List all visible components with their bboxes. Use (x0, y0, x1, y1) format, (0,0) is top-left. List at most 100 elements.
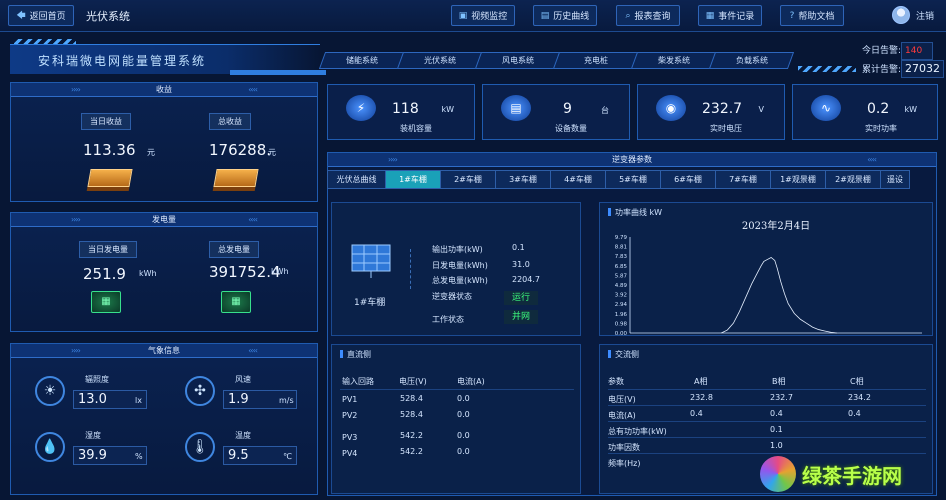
y-tick-label: 6.85 (615, 264, 628, 270)
tab-10[interactable]: 遥设 (880, 170, 910, 189)
y-tick-label: 1.96 (615, 312, 628, 318)
nav-pv[interactable]: 光伏系统 (396, 52, 483, 69)
ac-voltage-a: 232.8 (690, 393, 713, 402)
document-icon: ▦ (705, 10, 715, 21)
capacity-unit: kW (441, 105, 454, 114)
ac-row-active-power: 总有功功率(kW) (608, 427, 667, 436)
alarm-today-label: 今日告警: (862, 46, 902, 56)
dc-header-current: 电流(A) (457, 377, 485, 386)
work-state-label: 工作状态 (432, 315, 464, 324)
device-info-card: 1#车棚 输出功率(kW) 0.1 日发电量(kWh) 31.0 总发电量(kW… (331, 202, 581, 336)
event-log-button[interactable]: ▦ 事件记录 (698, 5, 762, 26)
capacity-value: 118 (392, 101, 419, 117)
nav-charging[interactable]: 充电桩 (552, 52, 639, 69)
thermometer-icon: 🌡 (185, 432, 215, 462)
y-tick-label: 0.98 (615, 321, 628, 327)
total-income-value: 176288. (209, 141, 272, 159)
header-accent (230, 70, 326, 75)
tab-8[interactable]: 1#观景棚 (770, 170, 826, 189)
watermark: 绿茶手游网 (760, 456, 902, 492)
tab-7[interactable]: 7#车棚 (715, 170, 771, 189)
gold-bar-icon (213, 169, 259, 187)
row-divider (608, 389, 926, 390)
dc-header-circuit: 输入回路 (342, 377, 374, 386)
search-icon: ⌕ (625, 10, 631, 21)
tab-6[interactable]: 6#车棚 (660, 170, 716, 189)
voltage-label: 实时电压 (710, 124, 742, 133)
ac-active-power-value: 0.1 (770, 425, 783, 434)
capacity-label: 装机容量 (400, 124, 432, 133)
inverter-state-label: 逆变器状态 (432, 292, 472, 301)
tab-4[interactable]: 4#车棚 (550, 170, 606, 189)
ac-header-a: A相 (694, 377, 708, 386)
y-tick-label: 7.83 (615, 254, 628, 260)
back-home-button[interactable]: 🡄 返回首页 (8, 5, 74, 26)
tab-5[interactable]: 5#车棚 (605, 170, 661, 189)
device-name: 1#车棚 (354, 298, 386, 308)
dc-row-pv1-voltage: 528.4 (400, 394, 423, 403)
row-divider (340, 389, 574, 390)
logout-link[interactable]: 注销 (916, 9, 934, 22)
tab-0[interactable]: 光伏总曲线 (327, 170, 386, 189)
video-monitor-button[interactable]: ▣ 视频监控 (451, 5, 515, 26)
tab-2[interactable]: 2#车棚 (440, 170, 496, 189)
dc-row-pv4: PV4 (342, 449, 358, 458)
total-generation-unit: kWh (271, 267, 289, 276)
watermark-logo-icon (760, 456, 796, 492)
help-doc-label: 帮助文档 (798, 12, 835, 22)
dc-header-voltage: 电压(V) (399, 377, 427, 386)
inverter-tabs: 光伏总曲线 1#车棚 2#车棚 3#车棚 4#车棚 5#车棚 6#车棚 7#车棚 1#观景棚 2#… (327, 170, 910, 189)
video-icon: ▣ (458, 10, 468, 21)
power-curve-card: 功率曲线 kW 2023年2月4日 9.79 8.81 7.83 6.85 5.87 4.8… (599, 202, 933, 337)
row-divider (608, 437, 926, 438)
dc-side-card: 直流侧 输入回路 电压(V) 电流(A) PV1 528.4 0.0 PV2 5… (331, 344, 581, 494)
devices-value: 9 (563, 101, 572, 117)
stat-card-power: ∿ 0.2 kW 实时功率 (792, 84, 938, 140)
temperature-unit: ℃ (283, 452, 292, 461)
total-generation-value: 391752.4 (209, 263, 281, 281)
dc-row-pv4-voltage: 542.2 (400, 447, 423, 456)
help-icon: ? (789, 10, 795, 21)
report-query-button[interactable]: ⌕ 报表查询 (616, 5, 680, 26)
weather-panel: 气象信息 ☀ 辐照度 13.0 lx ✣ 风速 1.9 m/s 💧 湿度 39.… (10, 343, 318, 495)
inverter-title: 逆变器参数 (328, 153, 936, 167)
total-income-unit: 元 (268, 148, 276, 157)
user-area[interactable]: 注销 (891, 6, 934, 24)
wind-speed-label: 风速 (235, 375, 251, 384)
daily-gen-label: 日发电量(kWh) (432, 261, 488, 270)
total-generation-label: 总发电量 (209, 241, 259, 258)
ac-current-a: 0.4 (690, 409, 703, 418)
generation-panel: 发电量 当日发电量 总发电量 251.9 kWh 391752.4 kWh ▦ … (10, 212, 318, 332)
help-doc-button[interactable]: ? 帮助文档 (780, 5, 844, 26)
chart-icon: ▤ (540, 10, 550, 21)
avatar[interactable] (891, 6, 910, 24)
nav-diesel[interactable]: 柴发系统 (630, 52, 717, 69)
power-label: 实时功率 (865, 124, 897, 133)
income-title: 收益 (11, 83, 317, 97)
tab-9[interactable]: 2#观景棚 (825, 170, 881, 189)
alarm-today-value: 140 (901, 42, 934, 60)
history-curve-button[interactable]: ▤ 历史曲线 (533, 5, 597, 26)
app-title: 光伏系统 (86, 10, 130, 23)
nav-load[interactable]: 负载系统 (708, 52, 795, 69)
y-tick-label: 3.92 (615, 293, 627, 299)
event-log-label: 事件记录 (718, 12, 755, 22)
power-unit: kW (904, 105, 917, 114)
stat-card-capacity: ⚡ 118 kW 装机容量 (327, 84, 475, 140)
nav-storage[interactable]: 储能系统 (318, 52, 405, 69)
header-stripes-right (798, 66, 856, 72)
devices-unit: 台 (601, 106, 609, 115)
today-generation-unit: kWh (139, 269, 157, 278)
tab-1[interactable]: 1#车棚 (385, 170, 441, 189)
ac-power-factor-value: 1.0 (770, 441, 783, 450)
dc-row-pv2: PV2 (342, 411, 358, 420)
voltage-unit: V (758, 105, 764, 114)
devices-label: 设备数量 (555, 124, 587, 133)
sun-icon: ☀ (35, 376, 65, 406)
nav-wind[interactable]: 风电系统 (474, 52, 561, 69)
ac-header-b: B相 (772, 377, 786, 386)
humidity-unit: % (135, 452, 143, 461)
ac-row-current: 电流(A) (608, 411, 636, 420)
y-tick-label: 5.87 (615, 273, 628, 279)
tab-3[interactable]: 3#车棚 (495, 170, 551, 189)
